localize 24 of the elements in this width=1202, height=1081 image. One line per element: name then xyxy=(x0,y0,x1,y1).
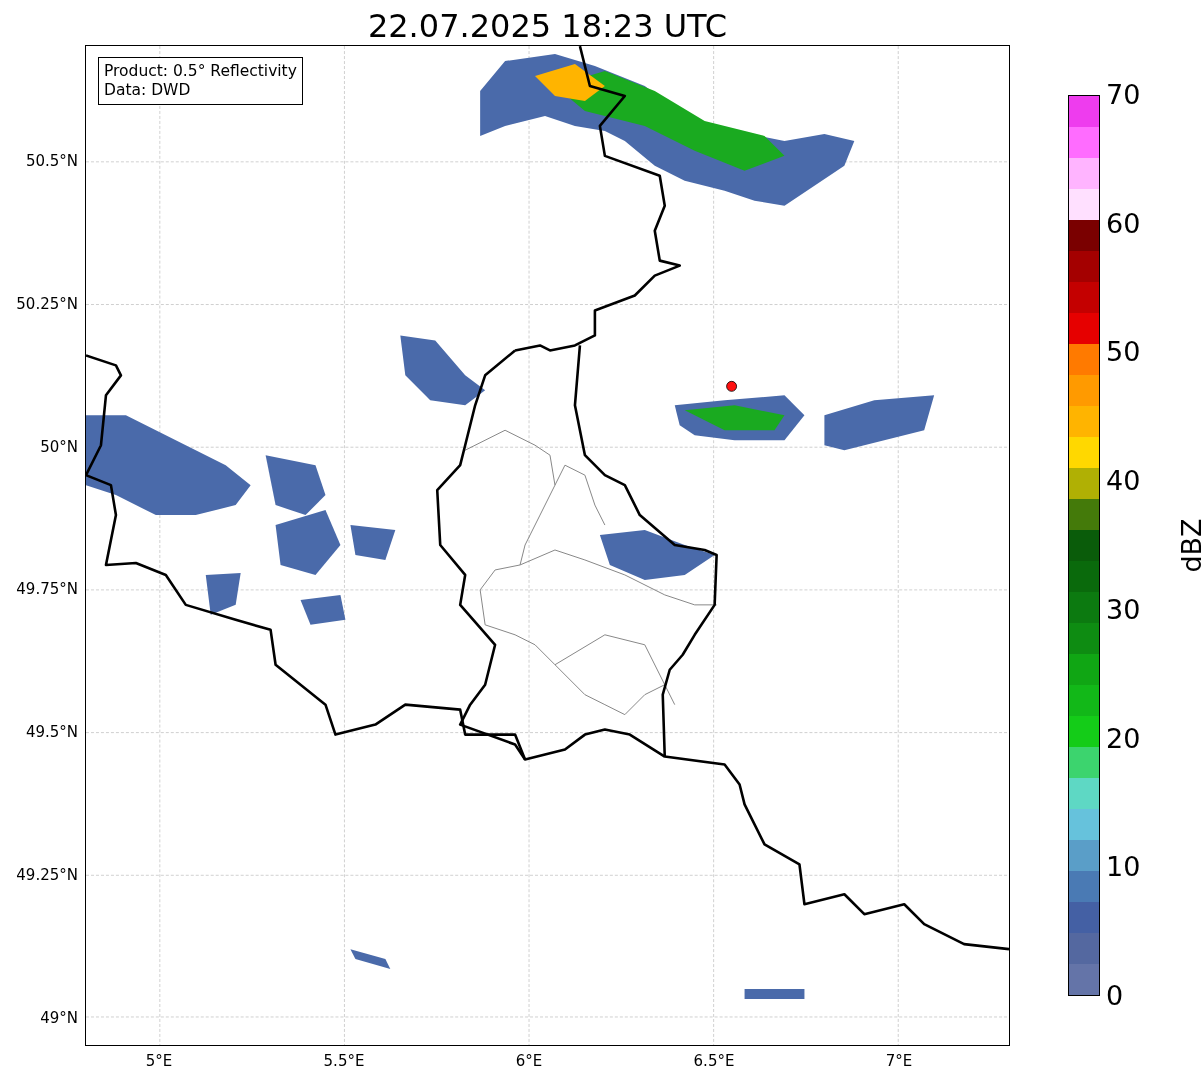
scale-tick-label: 20 xyxy=(1106,723,1141,754)
scale-unit-label: dBZ xyxy=(1175,518,1202,573)
scale-tick-label: 0 xyxy=(1106,981,1124,1011)
longitude-label: 7°E xyxy=(885,1052,913,1070)
scale-tick-label: 50 xyxy=(1106,337,1141,368)
scale-tick-label: 60 xyxy=(1106,208,1141,239)
latitude-label: 50.25°N xyxy=(16,294,78,313)
legend-text: Product: 0.5° Reflectivity xyxy=(104,62,297,81)
scale-tick-label: 10 xyxy=(1106,852,1141,883)
chart-title: 22.07.2025 18:23 UTC xyxy=(366,6,729,45)
legend-text: Data: DWD xyxy=(104,81,192,100)
scale-tick-label: 40 xyxy=(1106,466,1141,497)
scale-tick-label: 70 xyxy=(1106,80,1141,110)
latitude-label: 50°N xyxy=(40,437,78,456)
longitude-label: 5.5°E xyxy=(323,1052,365,1070)
longitude-label: 6°E xyxy=(515,1052,543,1070)
longitude-label: 6.5°E xyxy=(693,1052,735,1070)
longitude-label: 5°E xyxy=(145,1052,173,1070)
scale-tick-label: 30 xyxy=(1106,594,1141,625)
latitude-label: 49.75°N xyxy=(16,580,78,599)
latitude-label: 50.5°N xyxy=(25,152,78,170)
latitude-label: 49°N xyxy=(40,1008,78,1027)
latitude-label: 49.25°N xyxy=(16,866,78,884)
latitude-label: 49.5°N xyxy=(25,723,78,742)
